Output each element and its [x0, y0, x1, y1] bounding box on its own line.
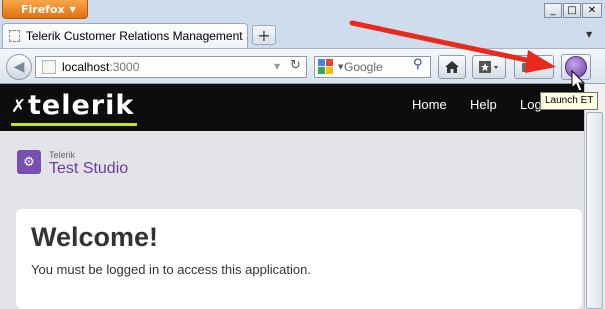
- telerik-logo-icon: ✗: [11, 96, 27, 117]
- product-brand: Telerik: [49, 150, 76, 160]
- home-icon: [445, 61, 459, 73]
- close-window-button[interactable]: ✕: [582, 3, 602, 18]
- search-engine-dropdown-icon[interactable]: ▼: [338, 63, 343, 71]
- browser-tab[interactable]: Telerik Customer Relations Management Sy…: [2, 23, 248, 48]
- nav-link-login[interactable]: Log: [520, 97, 542, 112]
- launch-et-button[interactable]: [561, 54, 591, 80]
- plus-icon: +: [257, 25, 271, 45]
- bookmarks-button[interactable]: [472, 55, 506, 79]
- url-port: :3000: [109, 60, 140, 74]
- url-bar[interactable]: localhost:3000: [35, 56, 307, 78]
- product-name: Test Studio: [49, 160, 129, 177]
- chevron-down-icon: ▼: [69, 4, 76, 14]
- url-history-dropdown-icon[interactable]: ▼: [274, 62, 280, 71]
- url-host: localhost: [62, 60, 110, 74]
- minimize-button[interactable]: _: [544, 3, 562, 18]
- google-engine-icon: [318, 59, 334, 75]
- reload-icon[interactable]: ↻: [290, 58, 301, 73]
- test-studio-logo-icon: ⚙: [17, 150, 41, 174]
- search-icon[interactable]: ⚲: [413, 57, 423, 72]
- telerik-logo[interactable]: telerik: [28, 90, 134, 121]
- logo-underline: [11, 123, 137, 126]
- back-arrow-icon: ◀: [13, 59, 25, 75]
- firefox-menu-label: Firefox: [21, 2, 65, 16]
- launch-et-tooltip: Launch ET: [540, 92, 599, 110]
- welcome-title: Welcome!: [31, 222, 159, 252]
- close-icon: ✕: [587, 5, 597, 16]
- firefox-menu-button[interactable]: Firefox ▼: [2, 0, 88, 19]
- nav-link-home[interactable]: Home: [412, 97, 447, 112]
- back-button[interactable]: ◀: [6, 54, 32, 80]
- site-identity-icon: [42, 60, 56, 74]
- maximize-icon: □: [567, 5, 577, 16]
- scrollbar-thumb[interactable]: [586, 112, 603, 309]
- tab-list-chevron-icon[interactable]: ▼: [586, 30, 592, 39]
- search-placeholder: Google: [344, 60, 383, 74]
- minimize-icon: _: [550, 5, 556, 16]
- addon-button[interactable]: [514, 55, 554, 79]
- new-tab-button[interactable]: +: [252, 25, 276, 45]
- maximize-button[interactable]: □: [563, 3, 581, 18]
- tab-favicon-icon: [9, 30, 20, 42]
- bookmarks-icon: [479, 61, 498, 73]
- welcome-message: You must be logged in to access this app…: [31, 262, 311, 277]
- nav-link-help[interactable]: Help: [470, 97, 497, 112]
- addon-icon: [522, 63, 546, 72]
- launch-et-icon: [565, 56, 587, 78]
- tab-title: Telerik Customer Relations Management Sy…: [25, 29, 247, 43]
- home-button[interactable]: [438, 55, 466, 79]
